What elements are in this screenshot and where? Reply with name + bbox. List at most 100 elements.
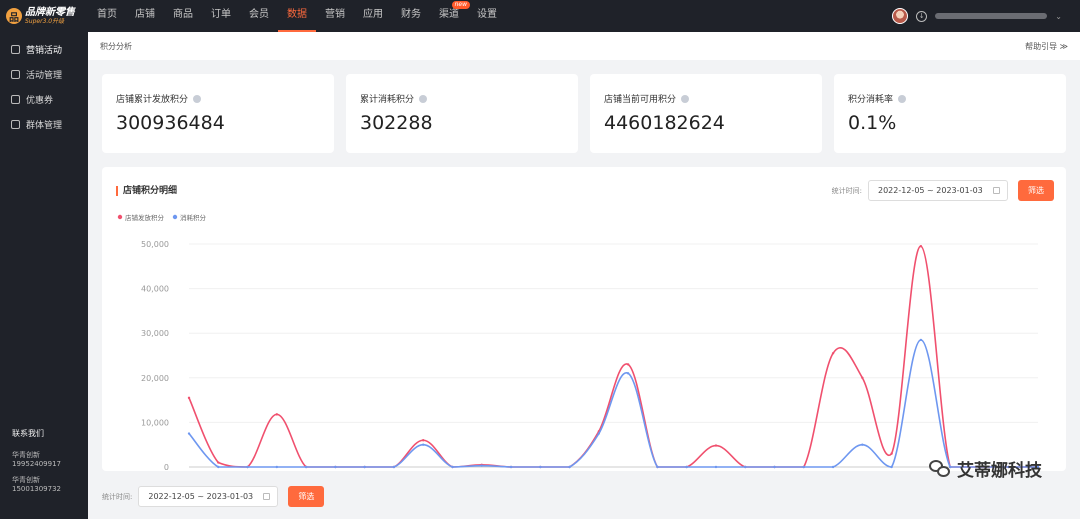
nav-item[interactable]: 店铺 xyxy=(126,0,164,32)
data-point xyxy=(451,465,454,469)
data-point xyxy=(539,465,542,469)
contact-info: 联系我们 华青创新 19952409917 华青创新 15001309732 xyxy=(12,428,61,500)
y-tick-label: 10,000 xyxy=(141,418,169,427)
stat-value: 4460182624 xyxy=(604,112,725,134)
nav-item[interactable]: 营销 xyxy=(316,0,354,32)
data-point xyxy=(568,465,571,469)
nav-item-label: 商品 xyxy=(173,9,193,20)
nav-item[interactable]: 渠道 new xyxy=(430,0,470,32)
stat-value: 0.1% xyxy=(848,112,897,134)
calendar-icon xyxy=(263,493,271,500)
legend-marker xyxy=(117,214,123,220)
info-icon[interactable] xyxy=(898,94,907,103)
nav-item-label: 财务 xyxy=(401,9,421,20)
nav-item[interactable]: 应用 xyxy=(354,0,392,32)
nav-item[interactable]: 订单 xyxy=(202,0,240,32)
info-icon[interactable] xyxy=(419,94,428,103)
y-tick-label: 40,000 xyxy=(141,285,169,294)
data-point xyxy=(275,413,279,416)
sidebar-item[interactable]: 活动管理 xyxy=(0,62,88,87)
wechat-icon xyxy=(929,459,951,478)
watermark-text: 艾蒂娜科技 xyxy=(957,461,1042,481)
chevron-down-icon[interactable]: ⌄ xyxy=(1055,12,1062,21)
data-point xyxy=(422,443,425,446)
nav-item[interactable]: 首页 xyxy=(88,0,126,32)
stat-value: 300936484 xyxy=(116,112,225,134)
legend-marker xyxy=(172,214,178,220)
logo-subtitle: Super3.0升级 xyxy=(25,17,65,25)
data-point xyxy=(597,432,601,435)
info-icon[interactable] xyxy=(193,94,202,103)
data-point xyxy=(363,465,366,469)
logo-icon: 品 xyxy=(6,8,22,24)
points-line-chart: 店铺发放积分 消耗积分 0 10,000 20,000 30,000 40,000 50,00… xyxy=(117,213,1040,471)
download-icon[interactable]: ↓ xyxy=(916,10,928,22)
stat-label: 店铺累计发放积分 xyxy=(116,95,189,105)
data-point xyxy=(187,396,191,400)
data-point xyxy=(422,439,425,442)
main-content: 积分分析 帮助引导 ≫ 店铺累计发放积分 300936484 累计消耗积分 30228… xyxy=(88,32,1080,519)
stat-label: 店铺当前可用积分 xyxy=(604,95,677,105)
date-range-picker[interactable]: 2022-12-05 ~ 2023-01-03 xyxy=(138,486,279,507)
contact-name: 华青创新 xyxy=(12,476,40,484)
sidebar-item-label: 优惠券 xyxy=(26,96,54,106)
users-icon xyxy=(11,120,20,129)
nav-item[interactable]: 商品 xyxy=(164,0,202,32)
data-point xyxy=(861,443,864,446)
account-name[interactable] xyxy=(935,13,1048,19)
data-point xyxy=(890,452,893,455)
sidebar-item-label: 活动管理 xyxy=(26,71,63,81)
nav-item[interactable]: 数据 xyxy=(278,0,316,32)
filter-button[interactable]: 筛选 xyxy=(288,486,325,507)
nav-item-label: 首页 xyxy=(97,9,117,20)
nav-item[interactable]: 设置 xyxy=(468,0,506,32)
filter-button[interactable]: 筛选 xyxy=(1018,180,1054,201)
data-point xyxy=(656,465,659,469)
top-navbar: 品 品牌新零售 Super3.0升级 首页 店铺 商品 订单 会员 数据 营销 应用 财务 渠道 n… xyxy=(0,0,1080,32)
data-point xyxy=(744,465,747,469)
date-range-picker[interactable]: 2022-12-05 ~ 2023-01-03 xyxy=(868,180,1008,201)
data-point xyxy=(509,465,513,469)
stat-cards: 店铺累计发放积分 300936484 累计消耗积分 302288 店铺当前可用积分 446… xyxy=(102,74,1066,153)
data-point xyxy=(714,444,718,447)
nav-item[interactable]: 会员 xyxy=(240,0,278,32)
data-point xyxy=(714,465,718,469)
contact-name: 华青创新 xyxy=(12,451,40,459)
sidebar-item[interactable]: 优惠券 xyxy=(0,87,88,112)
data-point xyxy=(304,465,308,469)
tag-icon xyxy=(11,45,20,54)
data-point xyxy=(246,465,249,469)
data-point xyxy=(187,432,191,435)
data-point xyxy=(802,465,805,469)
nav-item-label: 应用 xyxy=(363,9,383,20)
sidebar-item-label: 营销活动 xyxy=(26,46,63,56)
series-line xyxy=(188,339,1038,468)
info-icon[interactable] xyxy=(681,94,690,103)
coupon-icon xyxy=(11,95,20,104)
nav-item[interactable]: 财务 xyxy=(392,0,430,32)
avatar[interactable] xyxy=(892,8,909,24)
brand-logo[interactable]: 品 品牌新零售 Super3.0升级 xyxy=(0,0,88,32)
data-point xyxy=(831,352,835,355)
stat-label: 积分消耗率 xyxy=(848,95,894,105)
data-point xyxy=(831,465,835,469)
data-point xyxy=(890,465,893,469)
sidebar-item[interactable]: 营销活动 xyxy=(0,37,88,62)
help-guide-link[interactable]: 帮助引导 ≫ xyxy=(1025,41,1068,52)
data-point xyxy=(626,363,630,366)
y-tick-label: 0 xyxy=(164,463,169,471)
nav-item-label: 店铺 xyxy=(135,9,155,20)
date-range-value: 2022-12-05 ~ 2023-01-03 xyxy=(878,186,983,195)
nav-item-label: 设置 xyxy=(477,9,497,20)
logo-title: 品牌新零售 xyxy=(25,6,75,18)
data-point xyxy=(392,465,396,469)
legend-label: 消耗积分 xyxy=(180,213,207,222)
page-header: 积分分析 帮助引导 ≫ xyxy=(88,32,1080,60)
data-point xyxy=(773,465,776,469)
sidebar-item-label: 群体管理 xyxy=(26,121,63,131)
stat-value: 302288 xyxy=(360,112,433,134)
contact-phone: 15001309732 xyxy=(12,485,61,493)
filter-label: 统计时间: xyxy=(831,186,862,195)
contact-phone: 19952409917 xyxy=(12,460,61,468)
sidebar-item[interactable]: 群体管理 xyxy=(0,112,88,137)
